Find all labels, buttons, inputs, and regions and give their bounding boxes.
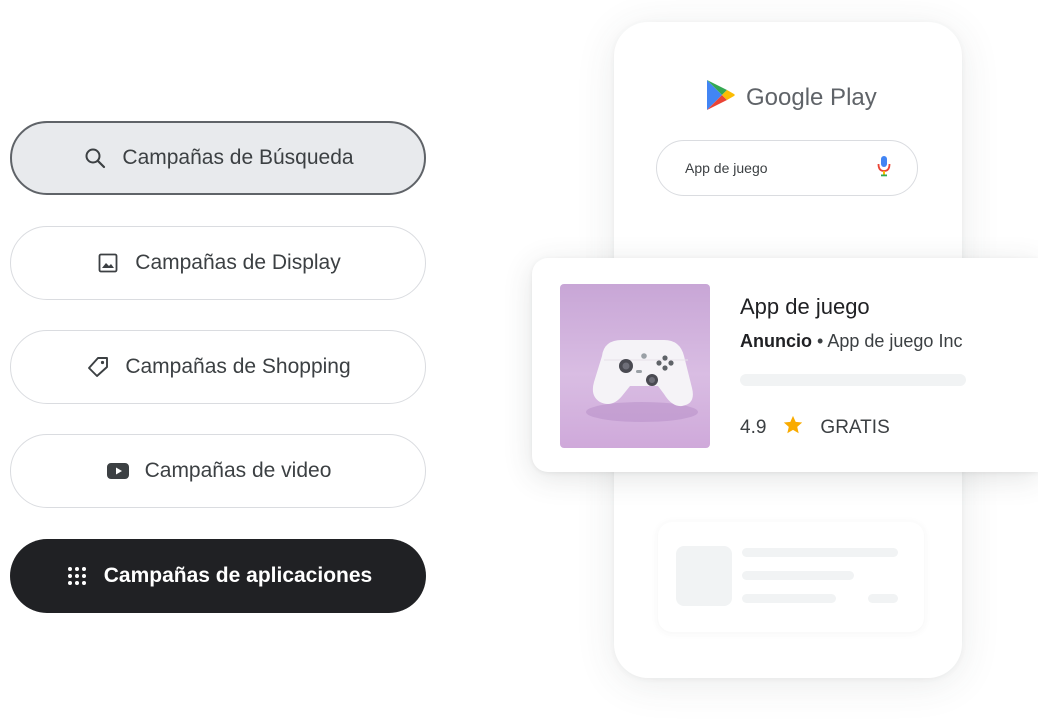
ad-subtitle: Anuncio • App de juego Inc: [740, 331, 962, 352]
campaign-video-button[interactable]: Campañas de video: [10, 434, 426, 508]
ad-separator: •: [817, 331, 824, 351]
game-controller-image: [586, 340, 698, 422]
placeholder-line: [742, 548, 898, 557]
ad-placeholder-bar: [740, 374, 966, 386]
google-play-logo-icon: [704, 78, 736, 117]
ad-app-title: App de juego: [740, 294, 870, 319]
placeholder-card: [658, 522, 924, 632]
app-ad-card[interactable]: App de juego Anuncio • App de juego Inc …: [532, 258, 1038, 472]
campaign-search-button[interactable]: Campañas de Búsqueda: [10, 121, 426, 195]
ad-price: GRATIS: [820, 417, 890, 438]
campaign-label: Campañas de Shopping: [125, 355, 351, 378]
play-search-input[interactable]: [683, 159, 867, 177]
star-icon: [782, 414, 804, 442]
placeholder-line: [742, 571, 854, 580]
app-thumbnail: [560, 284, 710, 448]
ad-label: Anuncio: [740, 331, 812, 351]
image-icon: [95, 250, 121, 276]
microphone-icon[interactable]: [877, 155, 891, 182]
stage: Campañas de Búsqueda Campañas de Display…: [0, 0, 1038, 728]
tag-icon: [85, 354, 111, 380]
placeholder-line: [868, 594, 898, 603]
campaign-display-button[interactable]: Campañas de Display: [10, 226, 426, 300]
video-play-icon: [105, 458, 131, 484]
campaign-label: Campañas de video: [144, 459, 332, 482]
google-play-name: Google Play: [746, 83, 877, 111]
ad-rating: 4.9: [740, 417, 767, 438]
ad-publisher: App de juego Inc: [827, 331, 963, 351]
placeholder-line: [742, 594, 836, 603]
play-search-box[interactable]: [656, 140, 918, 196]
apps-grid-icon: [64, 563, 90, 589]
campaign-apps-button[interactable]: Campañas de aplicaciones: [10, 539, 426, 613]
campaign-label: Campañas de Display: [135, 251, 341, 274]
campaign-label: Campañas de aplicaciones: [103, 564, 373, 587]
campaign-label: Campañas de Búsqueda: [122, 146, 354, 169]
search-icon: [82, 145, 108, 171]
ad-meta: 4.9 GRATIS: [740, 414, 890, 442]
placeholder-thumbnail: [676, 546, 732, 606]
campaign-shopping-button[interactable]: Campañas de Shopping: [10, 330, 426, 404]
google-play-brand: Google Play: [704, 78, 877, 117]
